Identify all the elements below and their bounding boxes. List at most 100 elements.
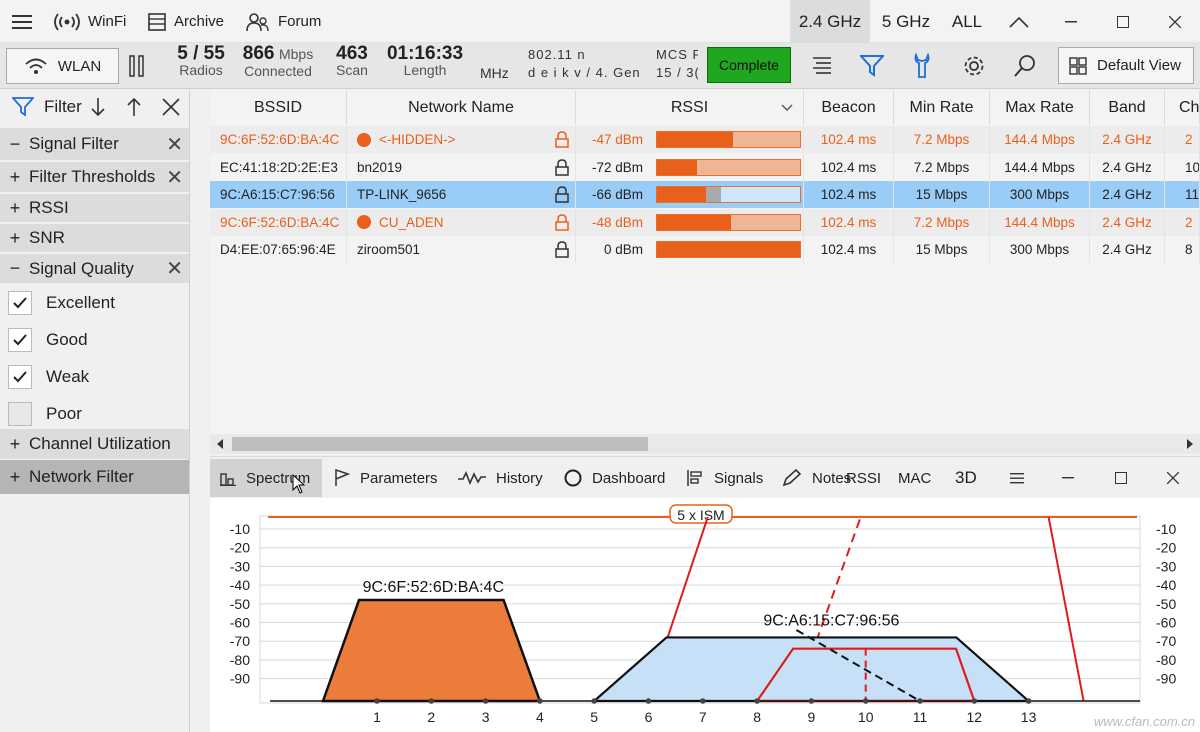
- band-all-tab[interactable]: ALL: [942, 0, 992, 43]
- close-filter-icon[interactable]: [162, 98, 180, 116]
- search-button[interactable]: [1008, 49, 1042, 83]
- tab-signals[interactable]: Signals: [686, 459, 763, 497]
- panel-close-button[interactable]: [1167, 459, 1179, 497]
- checkbox-checked[interactable]: [8, 365, 32, 389]
- radios-stat: 5 / 55 Radios: [168, 44, 234, 79]
- checkbox-checked[interactable]: [8, 328, 32, 352]
- network-filter-section[interactable]: + Network Filter: [0, 460, 189, 494]
- horizontal-scrollbar[interactable]: [210, 434, 1200, 454]
- tools-button[interactable]: [905, 49, 939, 83]
- close-icon: [1167, 472, 1179, 484]
- table-row[interactable]: 9C:6F:52:6D:BA:4C CU_ADEN -48 dBm 102.4 ms 7…: [210, 208, 1200, 236]
- panel-menu-button[interactable]: [1010, 459, 1024, 497]
- cell-rssi: -72 dBm: [576, 153, 804, 181]
- settings-button[interactable]: [957, 49, 991, 83]
- band-5-tab[interactable]: 5 GHz: [870, 0, 942, 43]
- cell-bssid: EC:41:18:2D:2E:E3: [210, 153, 347, 181]
- column-header-beacon[interactable]: Beacon: [804, 90, 894, 125]
- cell-ch: 10: [1165, 153, 1200, 181]
- panel-minimize-button[interactable]: [1062, 459, 1074, 497]
- x-tick-label: 7: [699, 709, 707, 725]
- y-tick-label: -40: [230, 577, 250, 593]
- remove-icon[interactable]: ✕: [166, 165, 183, 190]
- channel-utilization-section[interactable]: + Channel Utilization: [0, 429, 189, 459]
- cell-rssi: -47 dBm: [576, 126, 804, 153]
- y-tick-label-right: -60: [1156, 615, 1176, 631]
- length-stat: 01:16:33 Length: [384, 44, 466, 79]
- y-tick-label-right: -30: [1156, 558, 1176, 574]
- cell-name: CU_ADEN: [347, 208, 576, 236]
- column-header-rssi[interactable]: RSSI: [576, 90, 804, 125]
- x-tick-label: 5: [590, 709, 598, 725]
- quality-option-poor[interactable]: Poor: [0, 396, 189, 432]
- table-row[interactable]: EC:41:18:2D:2E:E3 bn2019 -72 dBm 102.4 ms 7.…: [210, 153, 1200, 181]
- scroll-left-icon[interactable]: [215, 439, 225, 449]
- scroll-right-icon[interactable]: [1185, 439, 1195, 449]
- close-button[interactable]: [1150, 0, 1200, 43]
- x-tick-label: 3: [482, 709, 490, 725]
- band-24-tab[interactable]: 2.4 GHz: [790, 0, 870, 43]
- maximize-button[interactable]: [1098, 0, 1148, 43]
- quality-option-weak[interactable]: Weak: [0, 359, 189, 395]
- pause-button[interactable]: [120, 49, 154, 83]
- pause-icon: [129, 55, 144, 77]
- column-header-network-name[interactable]: Network Name: [347, 90, 576, 125]
- tab-label: MAC: [898, 469, 932, 487]
- column-label: Max Rate: [1005, 98, 1074, 116]
- watermark: www.cfan.com.cn: [1094, 714, 1195, 729]
- filter-button[interactable]: [855, 49, 889, 83]
- signal-quality-section[interactable]: − Signal Quality ✕: [0, 254, 189, 283]
- radios-label: Radios: [179, 62, 223, 78]
- forum-button[interactable]: Forum: [246, 0, 321, 43]
- quality-option-excellent[interactable]: Excellent: [0, 285, 189, 321]
- tab-label: Signals: [714, 469, 764, 487]
- cell-min-rate: 7.2 Mbps: [894, 126, 990, 153]
- tab-notes[interactable]: Notes: [782, 459, 851, 497]
- tab-3d[interactable]: 3D: [955, 459, 977, 497]
- checkbox-checked[interactable]: [8, 291, 32, 315]
- archive-button[interactable]: Archive: [148, 0, 224, 43]
- y-tick-label: -10: [230, 521, 250, 537]
- cell-ch: 2: [1165, 208, 1200, 236]
- y-tick-label-right: -70: [1156, 633, 1176, 649]
- complete-label: Complete: [719, 57, 779, 73]
- filter-thresholds-section[interactable]: + Filter Thresholds ✕: [0, 162, 189, 192]
- column-header-ch[interactable]: Ch: [1165, 90, 1200, 125]
- scroll-thumb[interactable]: [232, 437, 648, 451]
- column-header-min-rate[interactable]: Min Rate: [894, 90, 990, 125]
- expand-icon: +: [9, 227, 21, 248]
- minimize-button[interactable]: [1046, 0, 1096, 43]
- signal-filter-section[interactable]: − Signal Filter ✕: [0, 128, 189, 160]
- remove-icon[interactable]: ✕: [166, 256, 183, 281]
- tab-parameters[interactable]: Parameters: [334, 459, 438, 497]
- column-label: Network Name: [408, 98, 514, 116]
- checkbox-unchecked[interactable]: [8, 402, 32, 426]
- quality-option-good[interactable]: Good: [0, 322, 189, 358]
- tab-mac[interactable]: MAC: [898, 459, 931, 497]
- panel-maximize-button[interactable]: [1115, 459, 1127, 497]
- default-view-button[interactable]: Default View: [1058, 47, 1194, 84]
- collapse-button[interactable]: [994, 0, 1044, 43]
- hamburger-menu-button[interactable]: [0, 0, 44, 43]
- arrow-up-icon[interactable]: [126, 97, 142, 117]
- table-row[interactable]: 9C:6F:52:6D:BA:4C <-HIDDEN-> -47 dBm 102.4 …: [210, 126, 1200, 153]
- tab-dashboard[interactable]: Dashboard: [564, 459, 665, 497]
- list-view-button[interactable]: [805, 49, 839, 83]
- column-header-bssid[interactable]: BSSID: [210, 90, 347, 125]
- expand-icon: +: [9, 433, 21, 454]
- wlan-button[interactable]: WLAN: [6, 48, 119, 84]
- table-row[interactable]: D4:EE:07:65:96:4E ziroom501 0 dBm 102.4 ms 1…: [210, 236, 1200, 263]
- rssi-section[interactable]: + RSSI: [0, 194, 189, 222]
- column-header-band[interactable]: Band: [1090, 90, 1165, 125]
- filter-thresholds-label: Filter Thresholds: [29, 167, 156, 186]
- column-header-max-rate[interactable]: Max Rate: [990, 90, 1090, 125]
- arrow-down-icon[interactable]: [90, 97, 106, 117]
- remove-icon[interactable]: ✕: [166, 132, 183, 157]
- cell-beacon: 102.4 ms: [804, 181, 894, 208]
- winfi-button[interactable]: WinFi: [54, 0, 126, 43]
- table-row[interactable]: 9C:A6:15:C7:96:56 TP-LINK_9656 -66 dBm 102.…: [210, 181, 1200, 208]
- x-tick-label: 2: [427, 709, 435, 725]
- tab-history[interactable]: History: [458, 459, 543, 497]
- snr-section[interactable]: + SNR: [0, 224, 189, 252]
- tab-rssi[interactable]: RSSI: [846, 459, 881, 497]
